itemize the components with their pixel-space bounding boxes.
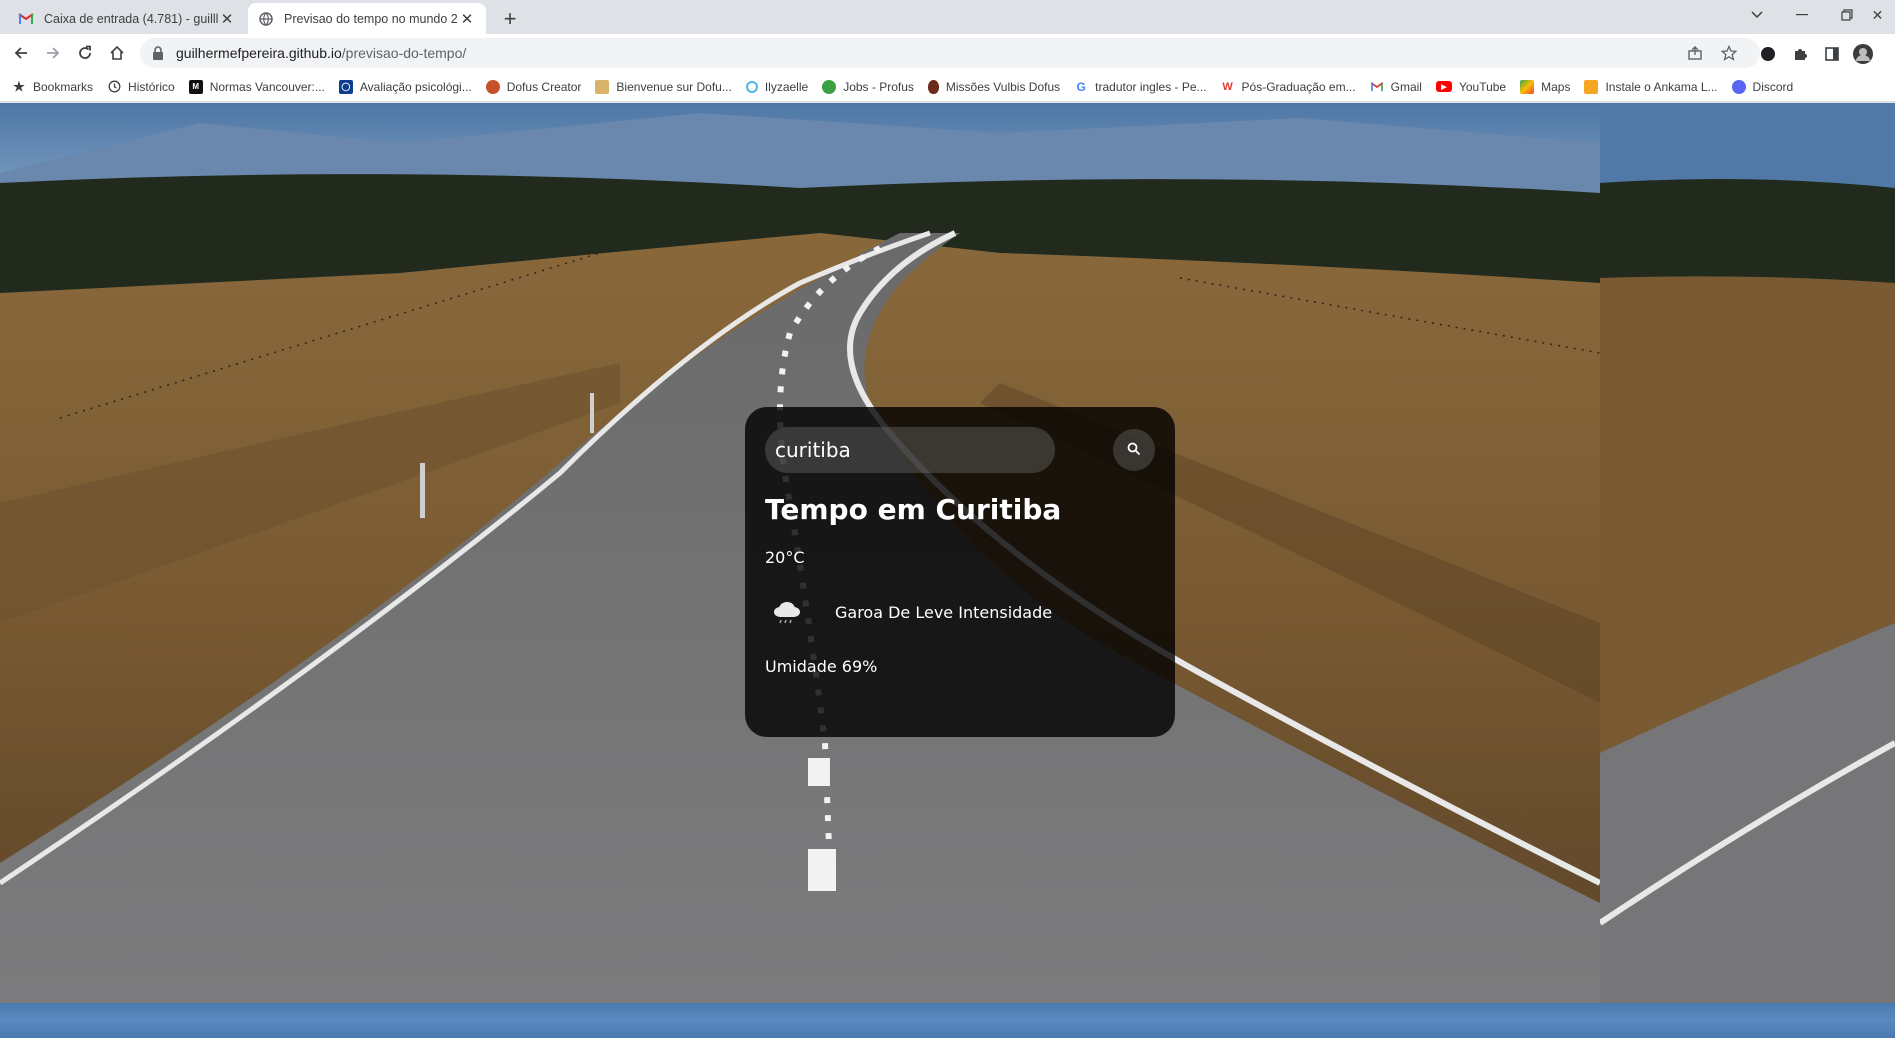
bookmark-item[interactable]: ★ Bookmarks xyxy=(12,78,94,94)
tab-gmail[interactable]: Caixa de entrada (4.781) - guilll.p ✕ xyxy=(8,3,246,34)
background-bottom-strip xyxy=(0,1003,1895,1038)
bookmark-label: YouTube xyxy=(1458,79,1507,94)
close-icon[interactable]: ✕ xyxy=(458,10,476,28)
weather-card: Tempo em Curitiba 20°C Garoa De Leve Int… xyxy=(745,407,1175,737)
bookmark-item[interactable]: Bienvenue sur Dofu... xyxy=(595,79,732,94)
ankama-icon xyxy=(1584,79,1599,94)
bookmark-item[interactable]: Discord xyxy=(1731,79,1794,94)
bookmark-star-icon[interactable] xyxy=(1717,41,1741,65)
maps-icon xyxy=(1520,79,1535,94)
bookmark-label: Dofus Creator xyxy=(506,79,582,94)
bookmark-item[interactable]: Gmail xyxy=(1370,80,1422,94)
bookmark-item[interactable]: M Normas Vancouver:... xyxy=(188,79,325,94)
bookmark-item[interactable]: ◯ Avaliação psicológi... xyxy=(338,79,472,94)
bookmark-label: Missões Vulbis Dofus xyxy=(945,79,1061,94)
profus-icon xyxy=(822,79,837,94)
bookmark-item[interactable]: ▶ YouTube xyxy=(1435,79,1507,94)
history-icon xyxy=(107,80,121,94)
bookmark-item[interactable]: Dofus Creator xyxy=(485,79,582,94)
bookmark-label: Discord xyxy=(1752,79,1794,94)
toolbar: guilhermefpereira.github.io/previsao-do-… xyxy=(0,34,1895,72)
share-icon[interactable] xyxy=(1683,41,1707,65)
bookmark-item[interactable]: G tradutor ingles - Pe... xyxy=(1074,80,1206,94)
cloud-drizzle-icon xyxy=(765,589,811,635)
new-tab-button[interactable]: + xyxy=(496,5,524,33)
bookmark-item[interactable]: Jobs - Profus xyxy=(822,79,914,94)
search-icon xyxy=(1127,442,1141,459)
bookmark-label: Gmail xyxy=(1390,79,1422,94)
bookmark-item[interactable]: Maps xyxy=(1520,79,1571,94)
reload-icon[interactable] xyxy=(71,39,99,67)
bookmark-label: Ilyzaelle xyxy=(764,79,809,94)
star-icon: ★ xyxy=(13,78,25,94)
bookmark-label: Histórico xyxy=(128,79,175,94)
mendeley-icon: M xyxy=(188,79,203,94)
tab-search-icon[interactable] xyxy=(1735,0,1779,30)
minimize-icon[interactable] xyxy=(1780,0,1824,30)
city-search-input[interactable] xyxy=(765,427,1055,473)
bookmark-label: Avaliação psicológi... xyxy=(359,79,472,94)
bookmark-item[interactable]: W Pós-Graduação em... xyxy=(1221,79,1356,94)
tab-weather[interactable]: Previsao do tempo no mundo 2. ✕ xyxy=(248,3,486,34)
url-host: guilhermefpereira.github.io xyxy=(176,45,342,61)
side-panel-icon[interactable] xyxy=(1821,43,1843,65)
page-content: Tempo em Curitiba 20°C Garoa De Leve Int… xyxy=(0,103,1895,1038)
circle-icon xyxy=(745,80,758,93)
bookmark-label: Normas Vancouver:... xyxy=(209,79,325,94)
road-background-tile xyxy=(1600,103,1895,1003)
description-row: Garoa De Leve Intensidade xyxy=(765,589,1155,635)
bookmark-label: Bienvenue sur Dofu... xyxy=(616,79,732,94)
w-icon: W xyxy=(1222,80,1233,93)
bookmark-item[interactable]: Histórico xyxy=(107,80,175,94)
weather-description: Garoa De Leve Intensidade xyxy=(835,602,1053,622)
close-icon[interactable]: ✕ xyxy=(218,10,236,28)
shield-icon: ◯ xyxy=(338,79,353,94)
bookmark-label: Pós-Graduação em... xyxy=(1241,79,1356,94)
url-path: /previsao-do-tempo/ xyxy=(341,45,467,61)
close-window-icon[interactable]: ✕ xyxy=(1860,0,1895,30)
discord-icon xyxy=(1731,79,1746,94)
bookmark-label: tradutor ingles - Pe... xyxy=(1095,79,1207,94)
bookmark-label: Instale o Ankama L... xyxy=(1605,79,1718,94)
humidity: Umidade 69% xyxy=(765,657,878,676)
home-icon[interactable] xyxy=(103,39,131,67)
bookmark-label: Maps xyxy=(1541,79,1571,94)
address-bar[interactable]: guilhermefpereira.github.io/previsao-do-… xyxy=(140,38,1760,68)
tab-title: Previsao do tempo no mundo 2. xyxy=(284,11,458,26)
google-icon: G xyxy=(1076,79,1086,94)
youtube-icon: ▶ xyxy=(1435,81,1452,92)
city-title: Tempo em Curitiba xyxy=(765,493,1062,526)
globe-icon xyxy=(258,11,274,27)
dofus-icon xyxy=(485,79,500,94)
temperature: 20°C xyxy=(765,548,805,567)
extension-dark-icon[interactable] xyxy=(1757,43,1779,65)
avatar[interactable] xyxy=(1852,43,1874,65)
forward-icon[interactable] xyxy=(39,39,67,67)
bookmark-label: Jobs - Profus xyxy=(843,79,914,94)
bookmarks-bar: ★ Bookmarks Histórico M Normas Vancouver… xyxy=(0,72,1895,102)
bookmark-label: Bookmarks xyxy=(33,79,94,94)
bookmark-item[interactable]: Missões Vulbis Dofus xyxy=(927,79,1061,94)
search-button[interactable] xyxy=(1113,429,1155,471)
gmail-icon xyxy=(1370,80,1384,94)
bookmark-item[interactable]: Ilyzaelle xyxy=(745,79,809,94)
search-row xyxy=(765,427,1155,473)
back-icon[interactable] xyxy=(7,39,35,67)
tab-strip: Caixa de entrada (4.781) - guilll.p ✕ Pr… xyxy=(0,0,1895,34)
gmail-icon xyxy=(18,11,34,27)
extensions-puzzle-icon[interactable] xyxy=(1789,43,1811,65)
bookmark-item[interactable]: Instale o Ankama L... xyxy=(1584,79,1718,94)
lock-icon[interactable] xyxy=(152,46,166,60)
dofus-icon xyxy=(595,79,610,94)
egg-icon xyxy=(927,79,939,94)
tab-title: Caixa de entrada (4.781) - guilll.p xyxy=(44,11,218,26)
